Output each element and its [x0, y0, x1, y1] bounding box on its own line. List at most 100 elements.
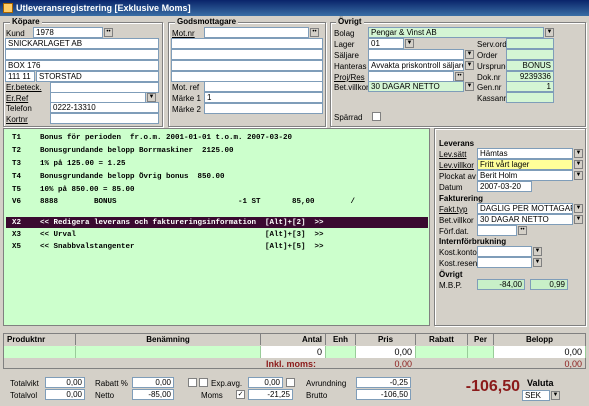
- kund-label: Kund: [6, 29, 25, 38]
- saljare-dropdown[interactable]: ▼: [465, 50, 474, 59]
- header-rabatt[interactable]: Rabatt: [416, 334, 468, 345]
- customer-address-field[interactable]: BOX 176: [5, 60, 159, 71]
- menu-urval[interactable]: << Urval [Alt]+[3] >>: [40, 230, 324, 240]
- mottagare-line1[interactable]: [171, 38, 323, 49]
- customer-city-field[interactable]: STORSTAD: [36, 71, 159, 82]
- hanteras-dropdown[interactable]: ▼: [465, 61, 474, 70]
- order-grid[interactable]: Produktnr Benämning Antal Enh Pris Rabat…: [3, 333, 586, 369]
- motnr-lookup-button[interactable]: ••: [310, 28, 319, 37]
- kostkonto-dropdown[interactable]: ▼: [533, 247, 542, 256]
- text-line[interactable]: 1% på 125.00 = 1.25: [40, 159, 126, 169]
- kortnr-field[interactable]: [50, 113, 159, 124]
- ursprung-label: Ursprung: [477, 62, 510, 71]
- levsatt-select[interactable]: Hämtas: [477, 148, 573, 159]
- avrundning-value: -0,25: [356, 377, 411, 388]
- erbeteck-label[interactable]: Er.beteck.: [6, 83, 42, 92]
- betvillkor-select[interactable]: 30 DAGAR NETTO: [368, 81, 464, 92]
- motref-field[interactable]: [204, 81, 323, 92]
- betvillkor2-dropdown[interactable]: ▼: [574, 215, 583, 224]
- marke1-field[interactable]: 1: [204, 92, 323, 103]
- kostkonto-select[interactable]: [477, 246, 532, 257]
- rabatt-value[interactable]: 0,00: [132, 377, 174, 388]
- header-per[interactable]: Per: [468, 334, 494, 345]
- saljare-label: Säljare: [334, 51, 359, 60]
- datum-field[interactable]: 2007-03-20: [477, 181, 532, 192]
- telefon-field[interactable]: 0222-13310: [50, 102, 159, 113]
- header-benamning[interactable]: Benämning: [76, 334, 261, 345]
- hanteras-select[interactable]: Avvakta priskontroll säljare: [368, 60, 464, 71]
- header-pris[interactable]: Pris: [356, 334, 416, 345]
- customer-name-field[interactable]: SNICKARLAGET AB: [5, 38, 159, 49]
- levvillkor-select[interactable]: Fritt vårt lager: [477, 159, 573, 170]
- fakttyp-label[interactable]: Fakt.typ: [439, 205, 467, 214]
- plockat-select[interactable]: Berit Holm: [477, 170, 573, 181]
- cell-benamning[interactable]: [76, 346, 261, 358]
- header-enh[interactable]: Enh: [326, 334, 356, 345]
- kostresenh-dropdown[interactable]: ▼: [533, 258, 542, 267]
- levvillkor-dropdown[interactable]: ▼: [574, 160, 583, 169]
- projres-label[interactable]: Proj/Res: [334, 73, 365, 82]
- fakttyp-select[interactable]: DAGLIG PER MOTTAGARE: [477, 203, 573, 214]
- cell-belopp[interactable]: 0,00: [494, 346, 586, 358]
- fakttyp-dropdown[interactable]: ▼: [574, 204, 583, 213]
- article-line[interactable]: 8888 BONUS -1 ST 85,00 /: [40, 197, 355, 207]
- order-lines-panel[interactable]: T1 Bonus för perioden fr.o.m. 2001-01-01…: [3, 128, 430, 326]
- levsatt-label[interactable]: Lev.sätt: [439, 150, 466, 159]
- rabatt-checkbox[interactable]: [188, 378, 197, 387]
- text-line[interactable]: Bonus för perioden fr.o.m. 2001-01-01 t.…: [40, 133, 292, 143]
- erref-label[interactable]: Er.Ref: [6, 94, 28, 103]
- erref-dropdown[interactable]: ▼: [147, 93, 156, 102]
- valuta-dropdown[interactable]: ▼: [551, 391, 560, 400]
- motnr-field[interactable]: [204, 27, 309, 38]
- lager-select[interactable]: 01: [368, 38, 404, 49]
- text-line[interactable]: Bonusgrundande belopp Övrig bonus 850.00: [40, 172, 225, 182]
- lager-dropdown[interactable]: ▼: [405, 39, 414, 48]
- cell-rabatt[interactable]: [416, 346, 468, 358]
- mottagare-line3[interactable]: [171, 60, 323, 71]
- levvillkor-label[interactable]: Lev.villkor: [439, 161, 474, 170]
- text-line[interactable]: Bonusgrundande belopp Borrmaskiner 2125.…: [40, 146, 234, 156]
- sparrad-checkbox[interactable]: [372, 112, 381, 121]
- kortnr-label[interactable]: Kortnr: [6, 115, 28, 124]
- moms-label: Moms: [201, 391, 223, 400]
- motnr-label[interactable]: Mot.nr: [172, 29, 195, 38]
- saljare-select[interactable]: [368, 49, 464, 60]
- cell-pris[interactable]: 0,00: [356, 346, 416, 358]
- marke2-field[interactable]: [204, 103, 323, 114]
- header-antal[interactable]: Antal: [261, 334, 326, 345]
- cell-produktnr[interactable]: [4, 346, 76, 358]
- mottagare-line2[interactable]: [171, 49, 323, 60]
- text-line[interactable]: 10% på 850.00 = 85.00: [40, 185, 135, 195]
- cell-enh[interactable]: [326, 346, 356, 358]
- moms-checkbox[interactable]: ✓: [236, 390, 245, 399]
- cell-antal[interactable]: 0: [261, 346, 326, 358]
- levsatt-dropdown[interactable]: ▼: [574, 149, 583, 158]
- menu-snabbvalstangenter[interactable]: << Snabbvalstangenter [Alt]+[5] >>: [40, 242, 324, 252]
- kostresenh-select[interactable]: [477, 257, 532, 268]
- customer-zip-field[interactable]: 111 11: [5, 71, 35, 82]
- kund-field[interactable]: 1978: [33, 27, 103, 38]
- forfdat-button[interactable]: ••: [518, 226, 527, 235]
- menu-redigera-leverans[interactable]: << Redigera leverans och faktureringsinf…: [40, 218, 324, 228]
- godsmottagare-title: Godsmottagare: [175, 17, 239, 26]
- betvillkor2-select[interactable]: 30 DAGAR NETTO: [477, 214, 573, 225]
- projres-lookup-button[interactable]: ••: [455, 72, 464, 81]
- marke2-label: Märke 2: [172, 105, 201, 114]
- kund-lookup-button[interactable]: ••: [104, 28, 113, 37]
- expavg-checkbox[interactable]: [199, 378, 208, 387]
- bolag-select[interactable]: Pengar & Vinst AB: [368, 27, 544, 38]
- header-produktnr[interactable]: Produktnr: [4, 334, 76, 345]
- forfdat-field[interactable]: [477, 225, 517, 236]
- expavg-extra-checkbox[interactable]: [286, 378, 295, 387]
- netto-value: -85,00: [132, 389, 174, 400]
- bolag-dropdown[interactable]: ▼: [545, 28, 554, 37]
- cell-per[interactable]: [468, 346, 494, 358]
- servord-field[interactable]: [506, 38, 554, 49]
- valuta-select[interactable]: SEK: [522, 390, 550, 401]
- expavg-value[interactable]: 0,00: [248, 377, 283, 388]
- plockat-dropdown[interactable]: ▼: [574, 171, 583, 180]
- betvillkor-dropdown[interactable]: ▼: [465, 82, 474, 91]
- totalvol-label: Totalvol: [10, 391, 38, 400]
- customer-line2-field[interactable]: [5, 49, 159, 60]
- header-belopp[interactable]: Belopp: [494, 334, 586, 345]
